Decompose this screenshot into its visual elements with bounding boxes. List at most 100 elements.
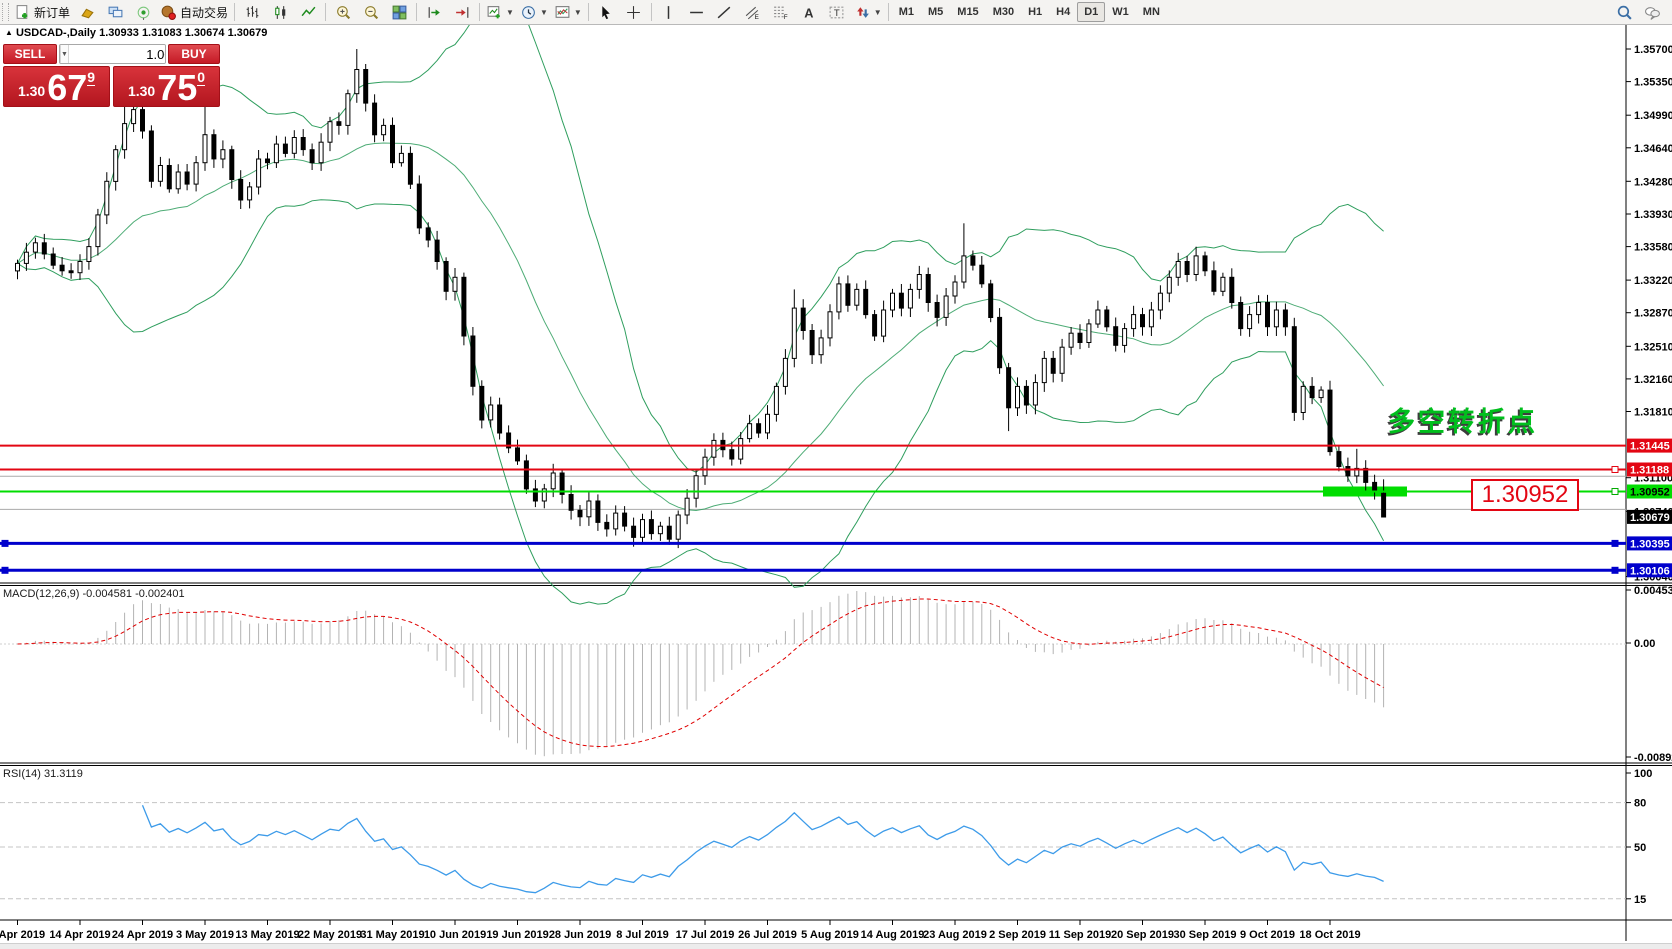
volume-input[interactable] bbox=[69, 45, 166, 63]
svg-text:-0.008928: -0.008928 bbox=[1634, 752, 1672, 764]
tf-mn-button[interactable]: MN bbox=[1136, 2, 1167, 22]
tf-m1-button[interactable]: M1 bbox=[892, 2, 921, 22]
buy-price-button[interactable]: 1.30 75 0 bbox=[113, 66, 220, 107]
macd-axis: 0.0045330.00-0.008928 bbox=[1626, 585, 1672, 764]
sell-price-pip: 9 bbox=[87, 69, 95, 86]
collapse-icon[interactable]: ▲ bbox=[5, 28, 13, 37]
svg-text:26 Jul 2019: 26 Jul 2019 bbox=[738, 929, 797, 941]
tf-h4-button[interactable]: H4 bbox=[1049, 2, 1077, 22]
label-t-icon: T bbox=[828, 4, 845, 21]
macd-indicator-label: MACD(12,26,9) -0.004581 -0.002401 bbox=[3, 588, 185, 600]
autotrade-icon bbox=[160, 4, 177, 21]
svg-text:1.31188: 1.31188 bbox=[1630, 465, 1669, 477]
svg-text:1.33580: 1.33580 bbox=[1634, 242, 1672, 254]
zoom-in-button[interactable] bbox=[329, 1, 357, 23]
tf-m5-button[interactable]: M5 bbox=[921, 2, 950, 22]
tile-windows-button[interactable] bbox=[385, 1, 413, 23]
chart-template-button[interactable]: ▼ bbox=[551, 1, 585, 23]
toolbar-right bbox=[1610, 1, 1666, 23]
chart-canvas[interactable]: 1.357001.353501.349901.346401.342801.339… bbox=[0, 0, 1672, 949]
channel-icon: E bbox=[744, 4, 761, 21]
symbol-period-label: USDCAD-,Daily bbox=[16, 27, 96, 39]
trendline-tool-button[interactable] bbox=[711, 1, 739, 23]
svg-text:15: 15 bbox=[1634, 894, 1646, 906]
svg-text:1.35700: 1.35700 bbox=[1634, 44, 1672, 56]
svg-text:50: 50 bbox=[1634, 842, 1646, 854]
svg-text:1.32870: 1.32870 bbox=[1634, 308, 1672, 320]
toolbar-grip bbox=[2, 3, 9, 21]
new-chart-button[interactable]: ▼ bbox=[483, 1, 517, 23]
toolbar-separator bbox=[416, 3, 417, 21]
zoom-out-icon bbox=[363, 4, 380, 21]
bar-chart-mode-button[interactable] bbox=[238, 1, 266, 23]
svg-text:17 Jul 2019: 17 Jul 2019 bbox=[676, 929, 735, 941]
zoom-out-button[interactable] bbox=[357, 1, 385, 23]
tf-m30-button[interactable]: M30 bbox=[986, 2, 1021, 22]
chat-button[interactable] bbox=[1638, 1, 1666, 23]
crosshair-tool-button[interactable] bbox=[620, 1, 648, 23]
zoom-in-icon bbox=[335, 4, 352, 21]
pane-frames bbox=[0, 24, 1672, 941]
svg-text:2 Sep 2019: 2 Sep 2019 bbox=[989, 929, 1046, 941]
tf-h1-button[interactable]: H1 bbox=[1021, 2, 1049, 22]
period-presets-button[interactable]: ▼ bbox=[517, 1, 551, 23]
rsi-indicator-label: RSI(14) 31.3119 bbox=[3, 768, 83, 780]
svg-text:1.30106: 1.30106 bbox=[1630, 565, 1670, 577]
svg-text:4 Apr 2019: 4 Apr 2019 bbox=[0, 929, 45, 941]
chat-icon bbox=[1644, 4, 1661, 21]
volume-decrease-button[interactable]: ▼ bbox=[60, 45, 69, 63]
svg-text:1.33930: 1.33930 bbox=[1634, 209, 1672, 221]
tf-d1-button[interactable]: D1 bbox=[1077, 2, 1105, 22]
tf-w1-button[interactable]: W1 bbox=[1105, 2, 1136, 22]
buy-button[interactable]: BUY bbox=[168, 44, 220, 64]
terminal-windows-button[interactable] bbox=[101, 1, 129, 23]
candles-icon bbox=[272, 4, 289, 21]
cursor-tool-button[interactable] bbox=[592, 1, 620, 23]
svg-text:1.32510: 1.32510 bbox=[1634, 341, 1672, 353]
fibonacci-tool-button[interactable]: F bbox=[767, 1, 795, 23]
toolbar-separator bbox=[651, 3, 652, 21]
equidistant-channel-tool-button[interactable]: E bbox=[739, 1, 767, 23]
shift-icon bbox=[426, 4, 443, 21]
auto-scroll-button[interactable] bbox=[448, 1, 476, 23]
price-callout-label[interactable]: 1.30952 bbox=[1471, 479, 1579, 511]
search-button[interactable] bbox=[1610, 1, 1638, 23]
candlestick-mode-button[interactable] bbox=[266, 1, 294, 23]
vertical-line-tool-button[interactable] bbox=[655, 1, 683, 23]
svg-text:80: 80 bbox=[1634, 798, 1646, 810]
svg-text:30 Sep 2019: 30 Sep 2019 bbox=[1174, 929, 1237, 941]
svg-text:5 Aug 2019: 5 Aug 2019 bbox=[801, 929, 859, 941]
line-chart-mode-button[interactable] bbox=[294, 1, 322, 23]
text-label-tool-button[interactable]: T bbox=[823, 1, 851, 23]
svg-text:23 Aug 2019: 23 Aug 2019 bbox=[923, 929, 987, 941]
new-order-button[interactable]: 新订单 bbox=[11, 1, 73, 23]
svg-text:22 May 2019: 22 May 2019 bbox=[298, 929, 362, 941]
arrows-tool-button[interactable]: ▼ bbox=[851, 1, 885, 23]
sell-button[interactable]: SELL bbox=[3, 44, 57, 64]
horizontal-line-tool-button[interactable] bbox=[683, 1, 711, 23]
tf-m15-button[interactable]: M15 bbox=[950, 2, 985, 22]
svg-text:1.31445: 1.31445 bbox=[1630, 441, 1670, 453]
volume-stepper: ▼ ▲ bbox=[59, 44, 166, 64]
rsi-pane bbox=[0, 803, 1626, 899]
svg-text:1.34990: 1.34990 bbox=[1634, 110, 1672, 122]
sell-price-button[interactable]: 1.30 67 9 bbox=[3, 66, 110, 107]
autoscroll-icon bbox=[454, 4, 471, 21]
svg-text:3 May 2019: 3 May 2019 bbox=[176, 929, 234, 941]
text-tool-button[interactable]: A bbox=[795, 1, 823, 23]
auto-trading-button[interactable]: 自动交易 bbox=[157, 1, 231, 23]
bull-bear-turning-point-annotation[interactable]: 多空转折点 bbox=[1388, 400, 1538, 439]
svg-text:10 Jun 2019: 10 Jun 2019 bbox=[424, 929, 486, 941]
macd-pane bbox=[0, 591, 1626, 756]
chart-shift-button[interactable] bbox=[420, 1, 448, 23]
market-signal-button[interactable] bbox=[129, 1, 157, 23]
svg-text:1.30395: 1.30395 bbox=[1630, 538, 1670, 550]
toolbar-separator bbox=[479, 3, 480, 21]
candles-layer bbox=[16, 49, 1386, 548]
gold-symbol-button[interactable] bbox=[73, 1, 101, 23]
svg-text:1.34280: 1.34280 bbox=[1634, 176, 1672, 188]
tiles-icon bbox=[391, 4, 408, 21]
mt4-window: 新订单自动交易▼▼▼EFAT▼M1M5M15M30H1H4D1W1MN 1.35… bbox=[0, 0, 1672, 949]
arrows-icon bbox=[854, 4, 871, 21]
status-strip bbox=[0, 943, 1672, 949]
